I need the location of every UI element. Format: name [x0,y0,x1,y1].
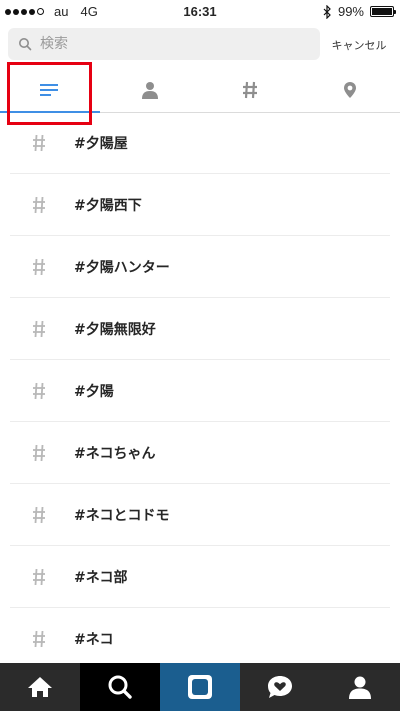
hashtag-label: #夕陽西下 [74,198,142,214]
hashtag-result-row[interactable]: #ネコちゃん [0,422,400,484]
search-box[interactable] [8,28,320,60]
hashtag-icon [33,382,45,400]
hashtag-icon [33,196,45,214]
hashtag-label: #ネコとコドモ [74,508,170,524]
hashtag-icon [33,630,45,648]
cancel-button[interactable]: キャンセル [326,37,392,53]
hashtag-result-row[interactable]: #夕陽西下 [0,174,400,236]
profile-icon [349,676,371,699]
hashtag-result-row[interactable]: #ネコとコドモ [0,484,400,546]
search-icon [19,38,32,51]
hashtag-icon [33,320,45,338]
hashtag-result-row[interactable]: #夕陽屋 [0,112,400,174]
nav-home[interactable] [0,663,80,711]
bluetooth-icon [323,4,331,19]
battery-icon [370,6,396,17]
location-pin-icon [344,82,356,98]
hashtag-label: #夕陽屋 [74,136,128,152]
hashtag-label: #ネコちゃん [74,446,156,462]
battery-percent: 99% [337,4,364,19]
camera-icon [188,675,212,699]
nav-search[interactable] [80,663,160,711]
hashtag-icon [33,506,45,524]
people-icon [142,82,158,99]
hashtag-label: #夕陽ハンター [74,260,170,276]
search-input[interactable] [38,35,302,53]
hashtag-icon [243,81,257,99]
hashtag-label: #ネコ部 [74,570,128,586]
status-bar: au 4G 16:31 99% [0,0,400,22]
status-right: 99% [322,4,396,19]
nav-camera[interactable] [160,663,240,711]
nav-activity[interactable] [240,663,320,711]
hashtag-result-row[interactable]: #夕陽ハンター [0,236,400,298]
search-icon [108,675,132,699]
hashtag-icon [33,444,45,462]
hashtag-label: #夕陽無限好 [74,322,156,338]
results-list: #夕陽屋 #夕陽西下 #夕陽ハンター #夕陽無限好 #夕陽 #ネコちゃん #ネコとコドモ #ネ… [0,112,400,663]
hashtag-label: #ネコ [74,632,114,648]
hashtag-label: #夕陽 [74,384,114,400]
home-icon [28,677,52,697]
bottom-nav [0,663,400,711]
hashtag-result-row[interactable]: #ネコ部 [0,546,400,608]
nav-profile[interactable] [320,663,400,711]
hashtag-icon [33,568,45,586]
hashtag-result-row[interactable]: #夕陽無限好 [0,298,400,360]
tab-hashtags[interactable] [200,68,300,112]
hashtag-icon [33,258,45,276]
tab-people[interactable] [100,68,200,112]
activity-heart-icon [268,676,292,698]
hashtag-icon [33,134,45,152]
hashtag-result-row[interactable]: #ネコ [0,608,400,663]
tab-places[interactable] [300,68,400,112]
hashtag-result-row[interactable]: #夕陽 [0,360,400,422]
